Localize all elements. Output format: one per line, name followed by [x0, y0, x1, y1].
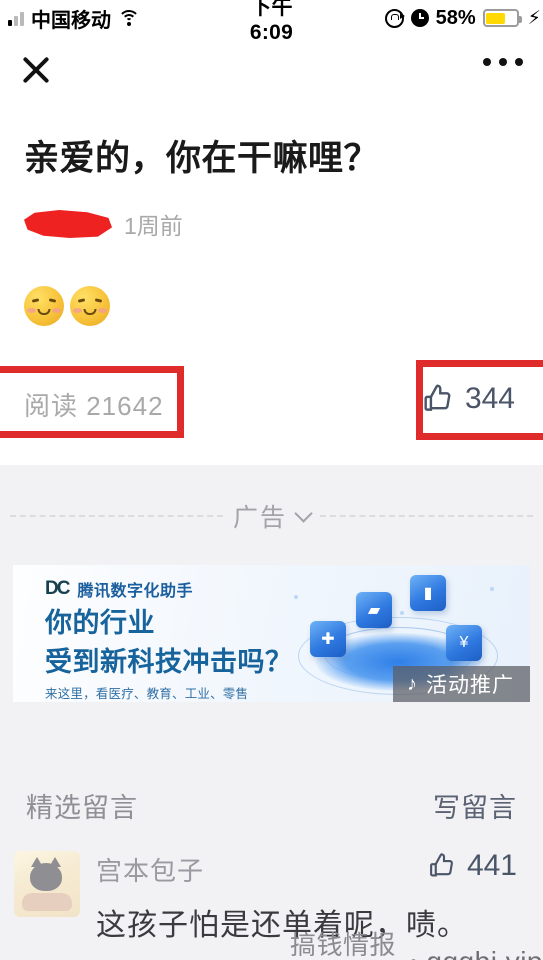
- ad-label-text[interactable]: 广告: [233, 498, 313, 534]
- wifi-icon: [118, 10, 140, 26]
- like-count: 344: [464, 382, 515, 415]
- ad-subtext-line1: 来这里，看医疗、教育、工业、零售: [45, 686, 249, 701]
- charging-icon: ⚡: [527, 7, 541, 29]
- sparkle-1: [294, 595, 298, 599]
- comment-like-count: 441: [466, 849, 517, 882]
- divider-right: [320, 515, 534, 517]
- like-button[interactable]: 344: [421, 382, 515, 416]
- ad-headline-line2: 受到新科技冲击吗？: [45, 646, 293, 677]
- chevron-down-icon[interactable]: [294, 503, 313, 523]
- battery-percent-label: 58%: [435, 6, 476, 29]
- write-comment-button[interactable]: 写留言: [433, 786, 517, 825]
- emoji-blush-2: [70, 286, 110, 326]
- avatar[interactable]: [14, 851, 80, 917]
- ad-headline-line1: 你的行业: [45, 608, 155, 638]
- advertisement-section: 广告 DC 腾讯数字化助手 你的行业 受到新科技冲击吗？ 来这里，看医疗、教育、…: [0, 465, 543, 760]
- ad-section-header[interactable]: 广告: [0, 465, 543, 567]
- watermark-site: gqqbj.vip: [426, 946, 543, 960]
- status-bar: 中国移动 下午6:09 58% ⚡: [0, 0, 543, 44]
- status-bar-right: 58% ⚡: [293, 7, 543, 30]
- comments-header: 精选留言 写留言: [0, 760, 543, 825]
- ad-promotion-badge[interactable]: ♪ 活动推广: [393, 666, 530, 702]
- more-options-icon[interactable]: [483, 58, 523, 66]
- comment-like-button[interactable]: 441: [427, 849, 517, 883]
- graduation-cap-icon: ▰: [356, 592, 392, 628]
- ad-brand-name: 腾讯数字化助手: [77, 583, 193, 600]
- avatar-body: [22, 893, 72, 911]
- author-name-redacted: [24, 210, 112, 238]
- chart-icon: ▮: [410, 575, 446, 611]
- music-note-icon: ♪: [407, 672, 418, 695]
- ad-banner[interactable]: DC 腾讯数字化助手 你的行业 受到新科技冲击吗？ 来这里，看医疗、教育、工业、…: [13, 565, 530, 702]
- carrier-label: 中国移动: [31, 9, 111, 32]
- article-meta: 1周前: [0, 181, 543, 241]
- ad-badge-label: 活动推广: [426, 674, 514, 697]
- watermark: 搞钱情报局 gqqbj.vip: [290, 925, 543, 960]
- ad-text-block: DC 腾讯数字化助手 你的行业 受到新科技冲击吗？ 来这里，看医疗、教育、工业、…: [45, 577, 293, 702]
- medical-case-icon: ✚: [310, 621, 346, 657]
- sparkle-3: [400, 611, 404, 615]
- phone-screen: 中国移动 下午6:09 58% ⚡ 亲爱的，你在干嘛哩？ 1周前 阅读 2164…: [0, 0, 543, 960]
- money-icon: ¥: [446, 625, 482, 661]
- close-icon[interactable]: [15, 48, 57, 90]
- rotation-lock-icon: [384, 8, 405, 28]
- read-count-label: 阅读 21642: [24, 391, 164, 421]
- alarm-clock-icon: [410, 9, 429, 27]
- article-stats: 阅读 21642 344: [0, 358, 543, 450]
- divider-left: [10, 515, 223, 517]
- status-bar-left: 中国移动: [0, 4, 250, 33]
- page-title: 亲爱的，你在干嘛哩？: [24, 139, 380, 178]
- ad-label: 广告: [233, 504, 288, 532]
- publish-time: 1周前: [124, 213, 183, 239]
- sparkle-2: [490, 587, 494, 591]
- watermark-name: 搞钱情报局: [290, 930, 397, 960]
- battery-icon: [482, 9, 522, 27]
- thumbs-up-icon: [424, 384, 451, 411]
- article-body-emojis: [0, 241, 543, 326]
- signal-strength-icon: [8, 11, 24, 26]
- emoji-blush-1: [24, 286, 64, 326]
- avatar-cat-head: [30, 857, 62, 891]
- featured-comments-label: 精选留言: [26, 793, 138, 823]
- ad-brand-row: DC 腾讯数字化助手: [45, 577, 293, 601]
- navigation-bar: [0, 36, 543, 102]
- dc-logo-icon: DC: [45, 578, 70, 599]
- thumbs-up-icon: [430, 853, 453, 877]
- article-container: 亲爱的，你在干嘛哩？ 1周前 阅读 21642 344: [0, 102, 543, 450]
